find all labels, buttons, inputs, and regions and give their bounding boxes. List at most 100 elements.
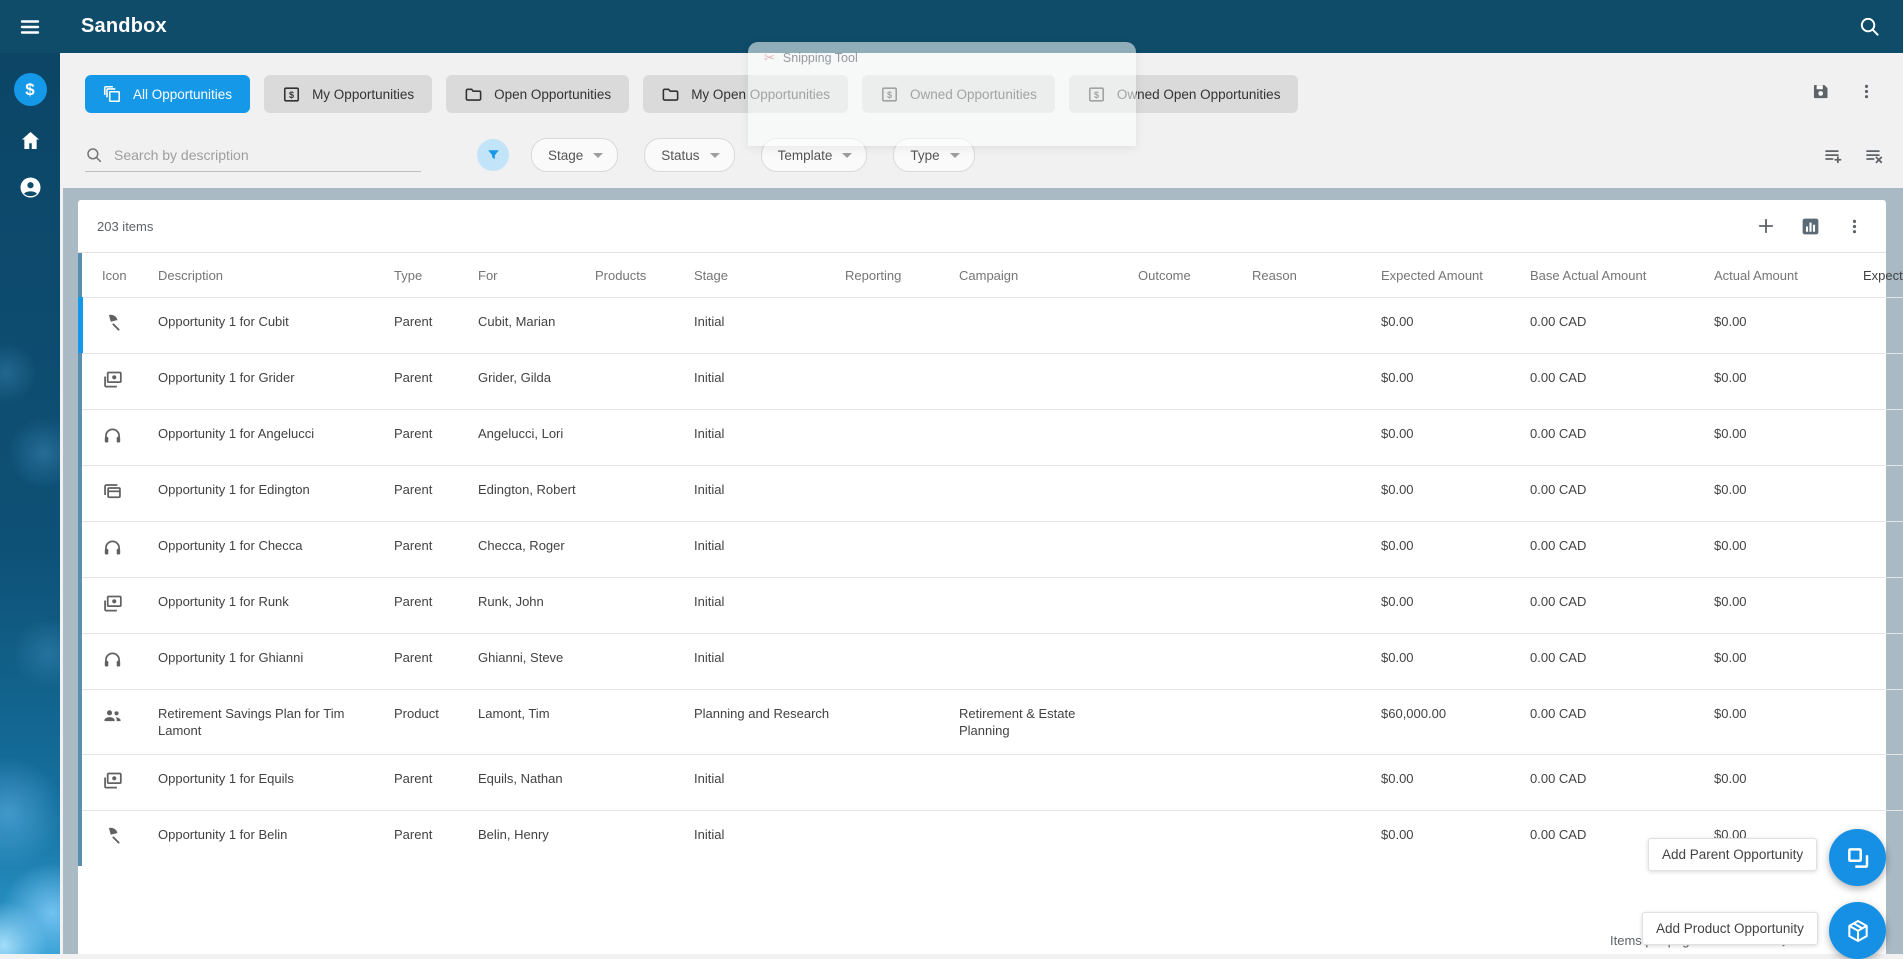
cell-reason	[1252, 353, 1381, 410]
cell-reason	[1252, 465, 1381, 522]
cell-products	[595, 521, 694, 578]
cell-campaign	[959, 409, 1138, 466]
search-input[interactable]	[112, 145, 406, 164]
page-kebab-menu-icon[interactable]	[1857, 82, 1876, 101]
sidebar-item-opportunities[interactable]: $	[13, 73, 47, 106]
filter-chip-stage[interactable]: Stage	[531, 138, 619, 172]
add-filter-row-icon[interactable]	[1823, 145, 1844, 166]
cell-icon	[78, 297, 158, 354]
cell-expected_amount: $0.00	[1381, 577, 1530, 634]
column-header-actual_amount[interactable]: Actual Amount	[1714, 253, 1863, 298]
cell-base_actual_amount: 0.00 CAD	[1530, 409, 1714, 466]
column-header-reporting[interactable]: Reporting	[845, 253, 959, 298]
add-parent-opportunity-tooltip: Add Parent Opportunity	[1648, 838, 1818, 871]
cell-type: Parent	[394, 297, 478, 354]
cell-actual_amount: $0.00	[1714, 297, 1863, 354]
filter-funnel-icon[interactable]	[477, 139, 509, 171]
cell-expected_close	[1863, 521, 1903, 578]
column-header-stage[interactable]: Stage	[694, 253, 845, 298]
search-small-icon	[87, 147, 102, 162]
cell-expected_amount: $0.00	[1381, 633, 1530, 690]
chevron-down-icon	[842, 152, 853, 158]
cell-stage: Initial	[694, 577, 845, 634]
column-header-expected_close[interactable]: Expected Close ↑	[1863, 253, 1903, 298]
save-view-icon[interactable]	[1810, 81, 1831, 102]
chevron-down-icon	[949, 152, 960, 158]
person-icon	[20, 177, 40, 198]
left-sidebar: $	[0, 53, 60, 954]
column-header-description[interactable]: Description	[158, 253, 394, 298]
cell-reporting	[845, 409, 959, 466]
cell-for: Runk, John	[478, 577, 595, 634]
filter-chip-status[interactable]: Status	[644, 138, 735, 172]
table-header-row: Icon Description Type For Products Stage Repor…	[82, 253, 1903, 298]
clear-filters-icon[interactable]	[1864, 145, 1885, 166]
cell-description: Opportunity 1 for Equils	[158, 754, 394, 811]
opportunity-row[interactable]: Opportunity 1 for Belin Parent Belin, Henr…	[82, 810, 1903, 866]
dollar-icon: $	[13, 73, 47, 106]
cell-stage: Initial	[694, 297, 845, 354]
column-header-expected_amount[interactable]: Expected Amount	[1381, 253, 1530, 298]
cell-icon	[82, 689, 158, 755]
add-parent-opportunity-fab[interactable]	[1829, 829, 1886, 886]
column-header-for[interactable]: For	[478, 253, 595, 298]
cell-for: Edington, Robert	[478, 465, 595, 522]
cell-campaign: Retirement & Estate Planning	[959, 689, 1138, 755]
cell-campaign	[959, 297, 1138, 354]
cell-stage: Initial	[694, 810, 845, 866]
snipping-tool-window[interactable]: ✂ Snipping Tool	[748, 42, 1136, 146]
cell-outcome	[1138, 577, 1252, 634]
cell-description: Retirement Savings Plan for Tim Lamont	[158, 689, 394, 755]
opportunity-row[interactable]: Opportunity 1 for Equils Parent Equils, Na…	[82, 754, 1903, 811]
cell-reason	[1252, 633, 1381, 690]
cell-icon	[82, 465, 158, 522]
view-button[interactable]: Open Opportunities	[446, 75, 630, 113]
column-header-reason[interactable]: Reason	[1252, 253, 1381, 298]
cell-base_actual_amount: 0.00 CAD	[1530, 465, 1714, 522]
view-button[interactable]: $ My Opportunities	[264, 75, 433, 113]
cell-base_actual_amount: 0.00 CAD	[1530, 754, 1714, 811]
opportunity-row[interactable]: Opportunity 1 for Angelucci Parent Angeluc…	[82, 409, 1903, 466]
cell-reporting	[845, 689, 959, 755]
opportunity-row[interactable]: Retirement Savings Plan for Tim Lamont Pr…	[82, 689, 1903, 755]
column-header-base_actual_amount[interactable]: Base Actual Amount	[1530, 253, 1714, 298]
opportunity-row[interactable]: Opportunity 1 for Edington Parent Edington…	[82, 465, 1903, 522]
opportunity-row[interactable]: Opportunity 1 for Checca Parent Checca, Ro…	[82, 521, 1903, 578]
sidebar-item-home[interactable]	[18, 128, 43, 153]
cell-campaign	[959, 810, 1138, 866]
opportunity-row[interactable]: Opportunity 1 for Grider Parent Grider, Gi…	[82, 353, 1903, 410]
cell-type: Parent	[394, 353, 478, 410]
cell-expected_close	[1863, 689, 1903, 755]
cell-campaign	[959, 521, 1138, 578]
cell-campaign	[959, 465, 1138, 522]
search-icon[interactable]	[1858, 15, 1881, 38]
parent-squares-icon	[1847, 847, 1868, 868]
main-content: All Opportunities $ My Opportunities Open O…	[60, 53, 1903, 954]
add-item-icon[interactable]	[1756, 216, 1776, 236]
cell-type: Parent	[394, 577, 478, 634]
opportunity-row[interactable]: Opportunity 1 for Runk Parent Runk, John In…	[82, 577, 1903, 634]
card-kebab-menu-icon[interactable]	[1845, 217, 1864, 236]
sidebar-item-account[interactable]	[18, 175, 43, 200]
cell-reporting	[845, 633, 959, 690]
cell-reason	[1252, 409, 1381, 466]
column-header-products[interactable]: Products	[595, 253, 694, 298]
column-header-icon[interactable]: Icon	[82, 253, 158, 298]
column-header-type[interactable]: Type	[394, 253, 478, 298]
umbrella-icon	[102, 313, 123, 334]
cell-expected_amount: $0.00	[1381, 353, 1530, 410]
money-icon	[102, 593, 123, 614]
cell-for: Grider, Gilda	[478, 353, 595, 410]
opportunity-row[interactable]: Opportunity 1 for Ghianni Parent Ghianni, …	[82, 633, 1903, 690]
opportunities-card: 203 items Icon Description Type For Products…	[78, 200, 1903, 954]
view-button[interactable]: All Opportunities	[85, 75, 251, 113]
cell-products	[595, 297, 694, 354]
opportunity-row[interactable]: Opportunity 1 for Cubit Parent Cubit, Mari…	[78, 297, 1903, 354]
cell-icon	[82, 409, 158, 466]
column-header-campaign[interactable]: Campaign	[959, 253, 1138, 298]
add-product-opportunity-fab[interactable]	[1829, 902, 1886, 959]
column-header-outcome[interactable]: Outcome	[1138, 253, 1252, 298]
hamburger-menu-icon[interactable]	[0, 0, 60, 53]
cell-stage: Initial	[694, 521, 845, 578]
chart-view-icon[interactable]	[1800, 216, 1821, 237]
